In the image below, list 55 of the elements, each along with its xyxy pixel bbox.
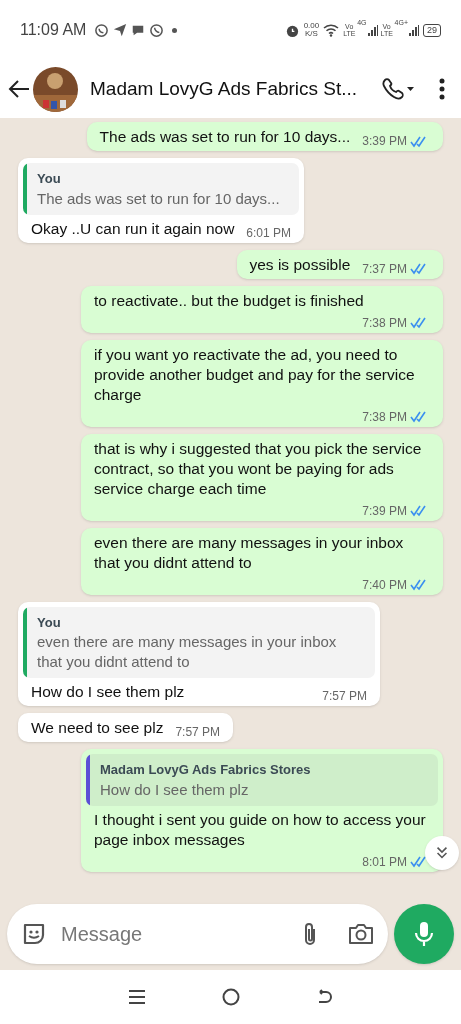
dot-icon (172, 27, 178, 33)
message-time: 8:01 PM (362, 853, 407, 871)
message-field[interactable]: Message (7, 904, 388, 964)
signal-icon (367, 24, 378, 36)
message-time: 7:38 PM (362, 408, 407, 426)
send-icon (113, 23, 128, 37)
message-text: yes is possible (249, 254, 351, 275)
message-time: 3:39 PM (362, 133, 407, 150)
speed-unit: K/S (304, 30, 318, 38)
message-text: I thought i sent you guide on how to access your page inbox messages (94, 809, 427, 850)
microphone-button[interactable] (394, 904, 454, 964)
message-text: even there are many messages in your inbox that you didnt attend to (94, 532, 405, 573)
quote-text: even there are many messages in your inbox that you didnt attend to (37, 632, 338, 672)
message-time: 7:57 PM (322, 688, 367, 705)
camera-icon[interactable] (348, 923, 374, 945)
message-icon (131, 23, 146, 37)
message-time: 7:37 PM (362, 260, 407, 278)
message-time: 7:40 PM (362, 576, 407, 594)
more-options-icon[interactable] (439, 78, 445, 100)
quoted-message[interactable]: Madam LovyG Ads Fabrics Stores How do I see them plz (86, 754, 438, 806)
home-icon[interactable] (222, 988, 241, 1006)
message-time: 7:57 PM (175, 724, 221, 741)
attachment-icon[interactable] (302, 921, 318, 947)
message-text: if you want yo reactivate the ad, you need to provide another budget and pay for the service charge (94, 344, 416, 405)
signal-icon (409, 24, 419, 36)
message-text: that is why i suggested that you pick the service contract, so that you wont be paying for ads service charge each time (94, 438, 423, 499)
message-text: Okay ..U can run it again now (31, 218, 235, 239)
quoted-message[interactable]: You The ads was set to run for 10 days... (23, 163, 300, 215)
message-text: to reactivate.. but the budget is finished (94, 290, 364, 311)
message-time: 7:39 PM (362, 502, 407, 520)
wifi-icon (323, 23, 340, 37)
quote-text: The ads was set to run for 10 days... (37, 188, 280, 209)
microphone-icon (414, 921, 434, 947)
chat-title[interactable]: Madam LovyG Ads Fabrics St... (90, 74, 373, 104)
double-chevron-icon (434, 845, 450, 861)
message-input[interactable]: Message (61, 919, 302, 949)
back-arrow-icon[interactable] (8, 79, 30, 99)
back-icon[interactable] (316, 989, 333, 1005)
message-time: 6:01 PM (246, 224, 292, 242)
network-speed: 0.00 (303, 22, 320, 30)
scroll-down-button[interactable] (425, 836, 459, 870)
message-text: How do I see them plz (31, 682, 185, 702)
quote-author: Madam LovyG Ads Fabrics Stores (100, 761, 311, 779)
clock-time: 11:09 AM (20, 20, 87, 40)
menu-icon[interactable] (128, 989, 147, 1005)
quoted-message[interactable]: You even there are many messages in your inbox that you didnt attend to (23, 606, 375, 678)
message-text: We need to see plz (31, 718, 164, 738)
sticker-icon[interactable] (21, 921, 47, 947)
message-time: 7:38 PM (362, 314, 407, 332)
message-text: The ads was set to run for 10 days... (99, 127, 351, 147)
quote-text: How do I see them plz (100, 779, 250, 800)
quote-author: You (37, 170, 62, 188)
battery-level: 29 (423, 23, 441, 37)
quote-author: You (37, 613, 62, 632)
phone-call-icon[interactable] (381, 77, 415, 101)
